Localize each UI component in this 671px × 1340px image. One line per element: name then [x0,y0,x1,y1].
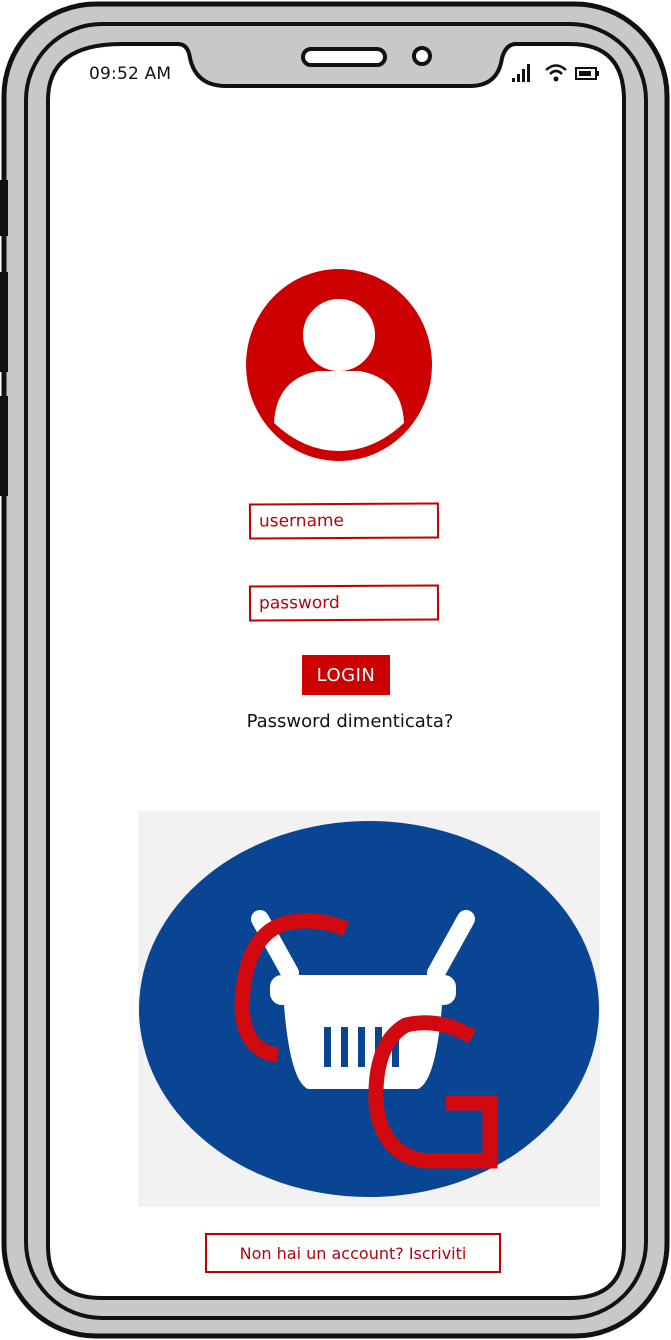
shopping-basket-icon [139,821,599,1197]
signup-button[interactable]: Non hai un account? Iscriviti [205,1233,501,1273]
user-avatar-icon [246,269,432,461]
status-bar-icons [512,64,599,82]
battery-icon [575,67,599,80]
username-input[interactable] [248,502,440,540]
login-button[interactable]: LOGIN [302,655,390,695]
signal-icon [512,64,530,82]
app-logo [138,811,600,1207]
status-bar-time: 09:52 AM [89,64,172,84]
password-input[interactable] [248,584,440,622]
forgot-password-link[interactable]: Password dimenticata? [216,711,484,732]
wifi-icon [545,64,567,82]
